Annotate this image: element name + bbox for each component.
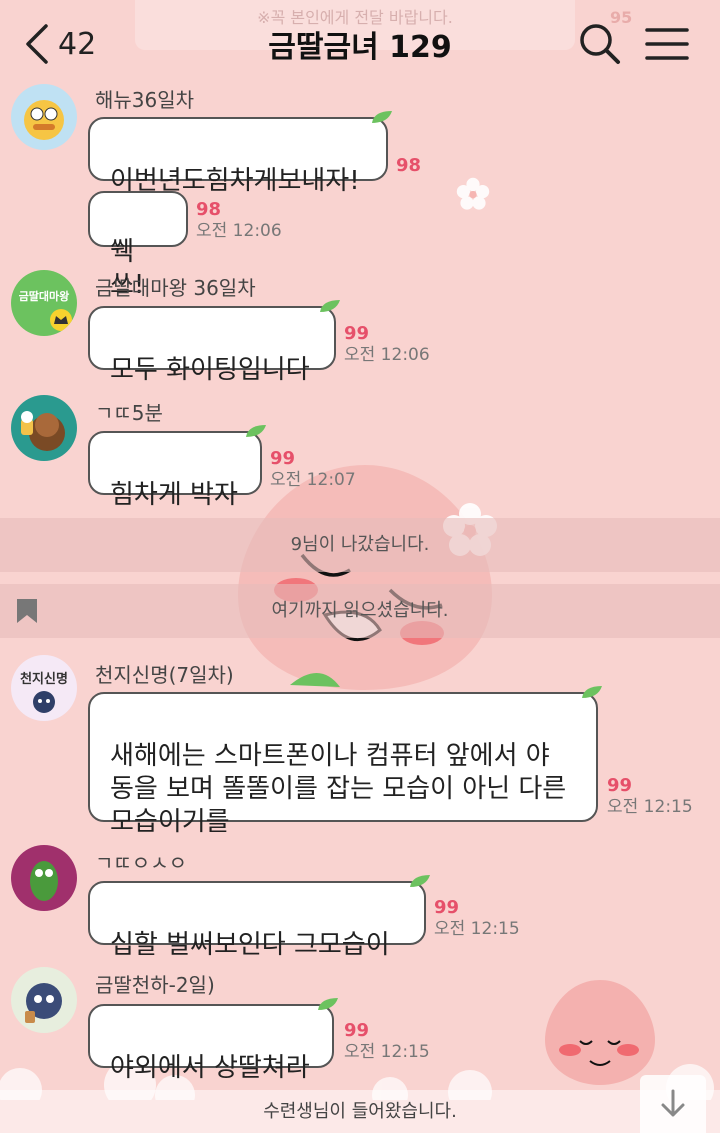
message-time: 오전 12:15 [344, 1042, 430, 1062]
message-time: 오전 12:15 [434, 919, 520, 939]
message-time: 오전 12:06 [196, 221, 282, 241]
message-group: 해뉴36일차 이번년도힘차게보내자! 98 쒝쓰! 98 오전 12:06 [0, 80, 720, 300]
message-bubble[interactable]: 이번년도힘차게보내자! [88, 111, 392, 196]
message-bubble[interactable]: 모두 화이팅입니다 [88, 300, 340, 385]
avatar[interactable] [11, 845, 77, 911]
message-group: ㄱㄸ5분 힘차게 박자 99 오전 12:07 [0, 393, 720, 510]
menu-icon[interactable] [645, 24, 689, 64]
arrow-down-icon [661, 1089, 685, 1117]
unread-count: 98 [196, 199, 222, 220]
sender-name: 해뉴36일차 [95, 88, 195, 112]
leaf-icon [372, 111, 392, 123]
unread-count: 99 [434, 897, 460, 918]
message-meta: 99 오전 12:06 [344, 324, 430, 366]
avatar-text: 금딸대마왕 [18, 290, 70, 303]
avatar[interactable]: 천지신명 [11, 655, 77, 721]
bookmark-icon[interactable] [16, 598, 38, 624]
unread-count: 99 [344, 1020, 370, 1041]
avatar[interactable] [11, 84, 77, 150]
sender-name: 금딸대마왕 36일차 [95, 276, 256, 300]
message-group: 금딸대마왕 금딸대마왕 36일차 모두 화이팅입니다 99 오전 12:06 [0, 268, 720, 385]
character-icon [21, 411, 65, 451]
message-group: 금딸천하-2일) 야외에서 상딸쳐라 99 오전 12:15 [0, 967, 720, 1083]
message-text: 십할 벌써보인다 그모습이 [110, 930, 390, 960]
read-marker-text: 여기까지 읽으셨습니다. [271, 600, 449, 621]
message-text: 모두 화이팅입니다 [110, 355, 310, 385]
message-time: 오전 12:06 [344, 345, 430, 365]
chat-header: ※꼭 본인에게 전달 바랍니다. 95 42 금딸금녀 129 [0, 0, 720, 88]
message-meta: 99 오전 12:15 [607, 776, 693, 818]
message-group: 천지신명 천지신명(7일차) 새해에는 스마트폰이나 컴퓨터 앞에서 야 동을 … [0, 655, 720, 837]
member-joined-notice: 수련생님이 들어왔습니다. [0, 1090, 720, 1133]
message-meta: 98 [396, 156, 421, 176]
message-bubble[interactable]: 힘차게 박자 [88, 425, 266, 510]
sender-name: 천지신명(7일차) [95, 663, 234, 687]
message-bubble[interactable]: 십할 벌써보인다 그모습이 [88, 875, 430, 960]
unread-count: 99 [607, 775, 633, 796]
scroll-to-bottom-button[interactable] [640, 1075, 706, 1133]
avatar[interactable] [11, 395, 77, 461]
crown-icon [50, 309, 72, 331]
message-meta: 99 오전 12:15 [434, 898, 520, 940]
character-icon [24, 100, 64, 140]
unread-count: 99 [344, 323, 370, 344]
message-bubble[interactable]: 새해에는 스마트폰이나 컴퓨터 앞에서 야 동을 보며 똘똘이를 잡는 모습이 … [88, 686, 602, 837]
message-text: 힘차게 박자 [110, 480, 238, 510]
leaf-icon [582, 686, 602, 698]
leaf-icon [410, 875, 430, 887]
message-meta: 99 오전 12:15 [344, 1021, 430, 1063]
sender-name: ㄱㄸㅇㅅㅇ [95, 851, 187, 875]
message-time: 오전 12:07 [270, 470, 356, 490]
member-left-text: 9님이 나갔습니다. [290, 534, 430, 555]
search-icon[interactable] [578, 22, 622, 66]
member-joined-text: 수련생님이 들어왔습니다. [263, 1101, 457, 1122]
read-marker: 여기까지 읽으셨습니다. [0, 584, 720, 638]
message-bubble[interactable]: 야외에서 상딸쳐라 [88, 998, 338, 1083]
message-text: 야외에서 상딸쳐라 [110, 1053, 310, 1083]
avatar[interactable] [11, 967, 77, 1033]
message-meta: 99 오전 12:07 [270, 449, 356, 491]
leaf-icon [246, 425, 266, 437]
member-left-notice: 9님이 나갔습니다. [0, 518, 720, 572]
message-bubble[interactable]: 쒝쓰! [88, 191, 188, 300]
character-icon [33, 691, 55, 713]
message-text: 새해에는 스마트폰이나 컴퓨터 앞에서 야 동을 보며 똘똘이를 잡는 모습이 … [110, 741, 567, 837]
avatar[interactable]: 금딸대마왕 [11, 270, 77, 336]
unread-count: 98 [396, 155, 422, 176]
message-meta: 98 오전 12:06 [196, 200, 282, 242]
sender-name: 금딸천하-2일) [95, 973, 215, 997]
leaf-icon [320, 300, 340, 312]
message-time: 오전 12:15 [607, 797, 693, 817]
avatar-text: 천지신명 [20, 672, 68, 687]
unread-count: 99 [270, 448, 296, 469]
character-icon [30, 861, 58, 901]
message-group: ㄱㄸㅇㅅㅇ 십할 벌써보인다 그모습이 99 오전 12:15 [0, 845, 720, 960]
leaf-icon [318, 998, 338, 1010]
sender-name: ㄱㄸ5분 [95, 401, 163, 425]
character-icon [25, 983, 62, 1023]
